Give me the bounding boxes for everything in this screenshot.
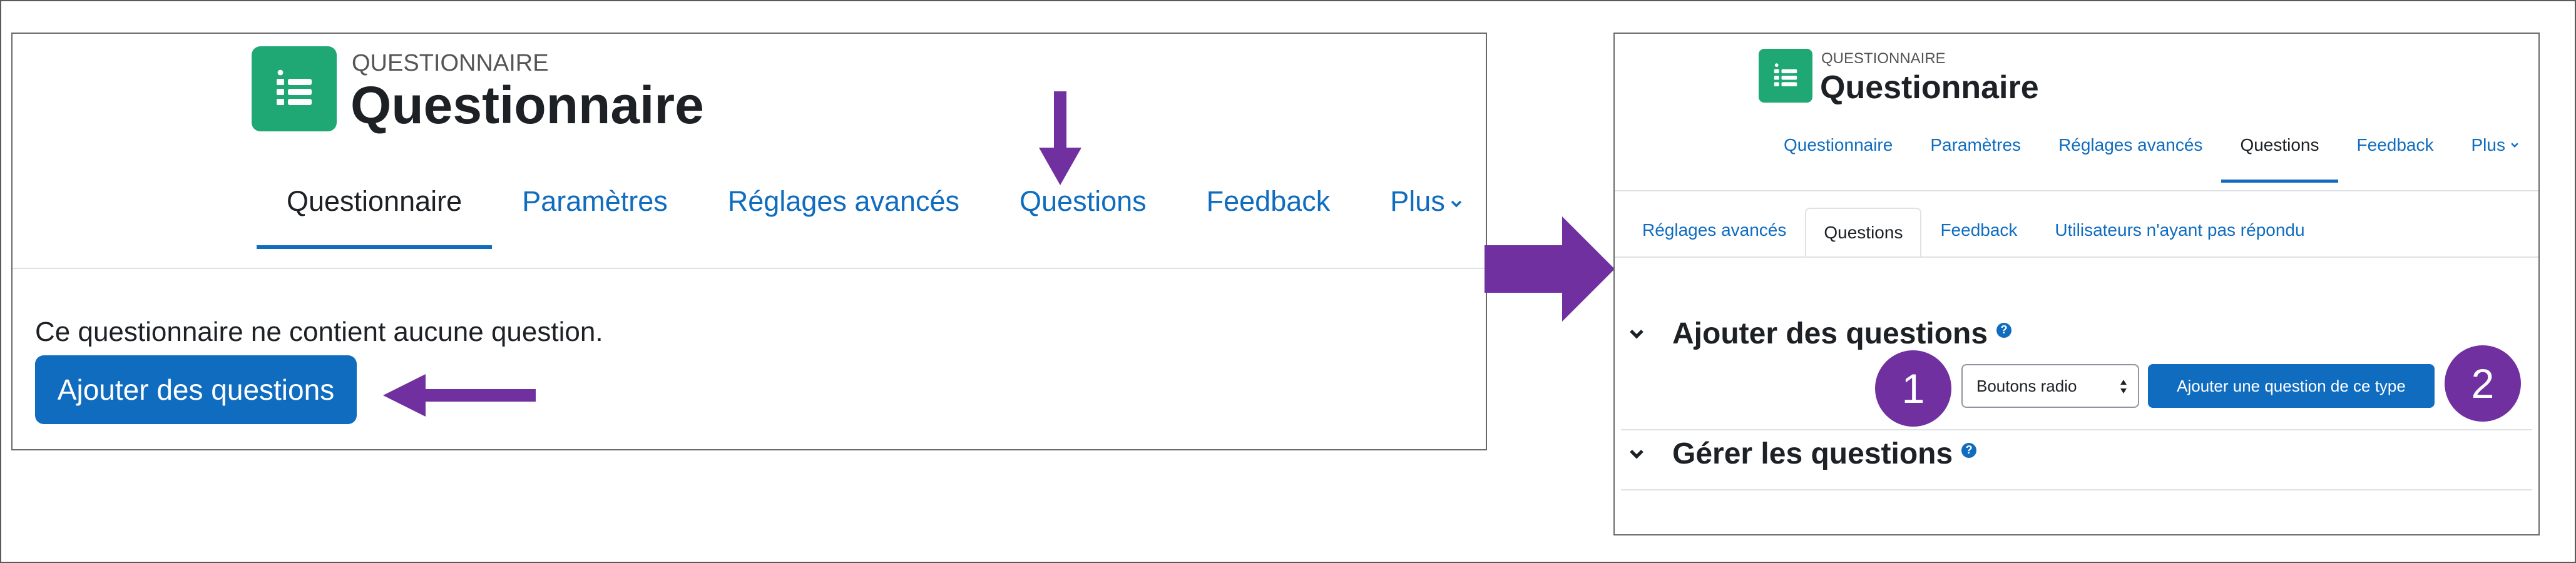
arrow-down bbox=[1039, 91, 1081, 185]
subtab-feedback[interactable]: Feedback bbox=[1921, 205, 2036, 255]
section-divider bbox=[1621, 489, 2532, 490]
add-question-type-button[interactable]: Ajouter une question de ce type bbox=[2148, 364, 2435, 408]
tab-parametres[interactable]: Paramètres bbox=[492, 185, 698, 241]
manage-questions-heading: Gérer les questions bbox=[1672, 437, 1953, 470]
section-divider bbox=[1621, 429, 2532, 430]
annotation-step-1: 1 bbox=[1875, 350, 1951, 427]
questionnaire-icon bbox=[252, 46, 337, 131]
annotation-step-2: 2 bbox=[2445, 345, 2521, 422]
activity-type-label: QUESTIONNAIRE bbox=[1821, 50, 1946, 67]
secondary-nav: Questionnaire Paramètres Réglages avancé… bbox=[1765, 135, 2538, 183]
tab-questions[interactable]: Questions bbox=[2221, 135, 2338, 183]
chevron-down-icon bbox=[1628, 449, 1651, 460]
questionnaire-questions-page: QUESTIONNAIRE Questionnaire Questionnair… bbox=[1613, 33, 2540, 535]
secondary-nav: Questionnaire Paramètres Réglages avancé… bbox=[257, 185, 1493, 249]
tab-reglages-avances[interactable]: Réglages avancés bbox=[698, 185, 989, 241]
chevron-down-icon bbox=[1450, 183, 1463, 215]
tab-feedback[interactable]: Feedback bbox=[1177, 185, 1361, 241]
arrow-right bbox=[1485, 216, 1615, 322]
nav-divider bbox=[1615, 190, 2538, 191]
subtab-non-respondents[interactable]: Utilisateurs n'ayant pas répondu bbox=[2036, 205, 2323, 255]
tab-questionnaire[interactable]: Questionnaire bbox=[257, 185, 493, 249]
help-icon[interactable]: ? bbox=[1961, 442, 1977, 458]
tab-reglages-avances[interactable]: Réglages avancés bbox=[2040, 135, 2221, 170]
subtab-questions[interactable]: Questions bbox=[1805, 208, 1922, 258]
nav-divider bbox=[13, 268, 1486, 269]
subtab-divider bbox=[1615, 256, 2538, 258]
select-arrows-icon bbox=[2119, 378, 2128, 400]
tab-plus[interactable]: Plus bbox=[2452, 135, 2537, 170]
tab-questions[interactable]: Questions bbox=[989, 185, 1177, 241]
empty-questionnaire-message: Ce questionnaire ne contient aucune ques… bbox=[35, 317, 603, 347]
tab-plus-label: Plus bbox=[1390, 185, 1445, 217]
arrow-left bbox=[383, 374, 536, 417]
chevron-down-icon bbox=[2510, 133, 2519, 153]
question-type-value: Boutons radio bbox=[1976, 376, 2077, 395]
help-icon[interactable]: ? bbox=[1996, 322, 2012, 338]
add-questions-heading: Ajouter des questions bbox=[1672, 317, 1988, 350]
manage-questions-section-header[interactable]: Gérer les questions ? bbox=[1628, 437, 1977, 471]
subtab-reglages-avances[interactable]: Réglages avancés bbox=[1623, 205, 1805, 255]
questionnaire-page-empty: QUESTIONNAIRE Questionnaire Questionnair… bbox=[11, 33, 1487, 450]
tab-parametres[interactable]: Paramètres bbox=[1911, 135, 2040, 170]
add-questions-button[interactable]: Ajouter des questions bbox=[35, 355, 357, 424]
page-title: Questionnaire bbox=[1820, 69, 2039, 106]
activity-type-label: QUESTIONNAIRE bbox=[352, 50, 549, 76]
add-questions-section-header[interactable]: Ajouter des questions ? bbox=[1628, 317, 2012, 351]
tab-questionnaire[interactable]: Questionnaire bbox=[1765, 135, 1911, 170]
tab-plus[interactable]: Plus bbox=[1360, 185, 1493, 241]
question-type-select[interactable]: Boutons radio bbox=[1961, 364, 2139, 408]
questionnaire-icon bbox=[1759, 49, 1812, 103]
sub-tabs: Réglages avancés Questions Feedback Util… bbox=[1623, 205, 2324, 258]
tab-plus-label: Plus bbox=[2471, 135, 2505, 155]
tab-feedback[interactable]: Feedback bbox=[2338, 135, 2453, 170]
page-title: Questionnaire bbox=[350, 76, 704, 134]
chevron-down-icon bbox=[1628, 328, 1651, 340]
